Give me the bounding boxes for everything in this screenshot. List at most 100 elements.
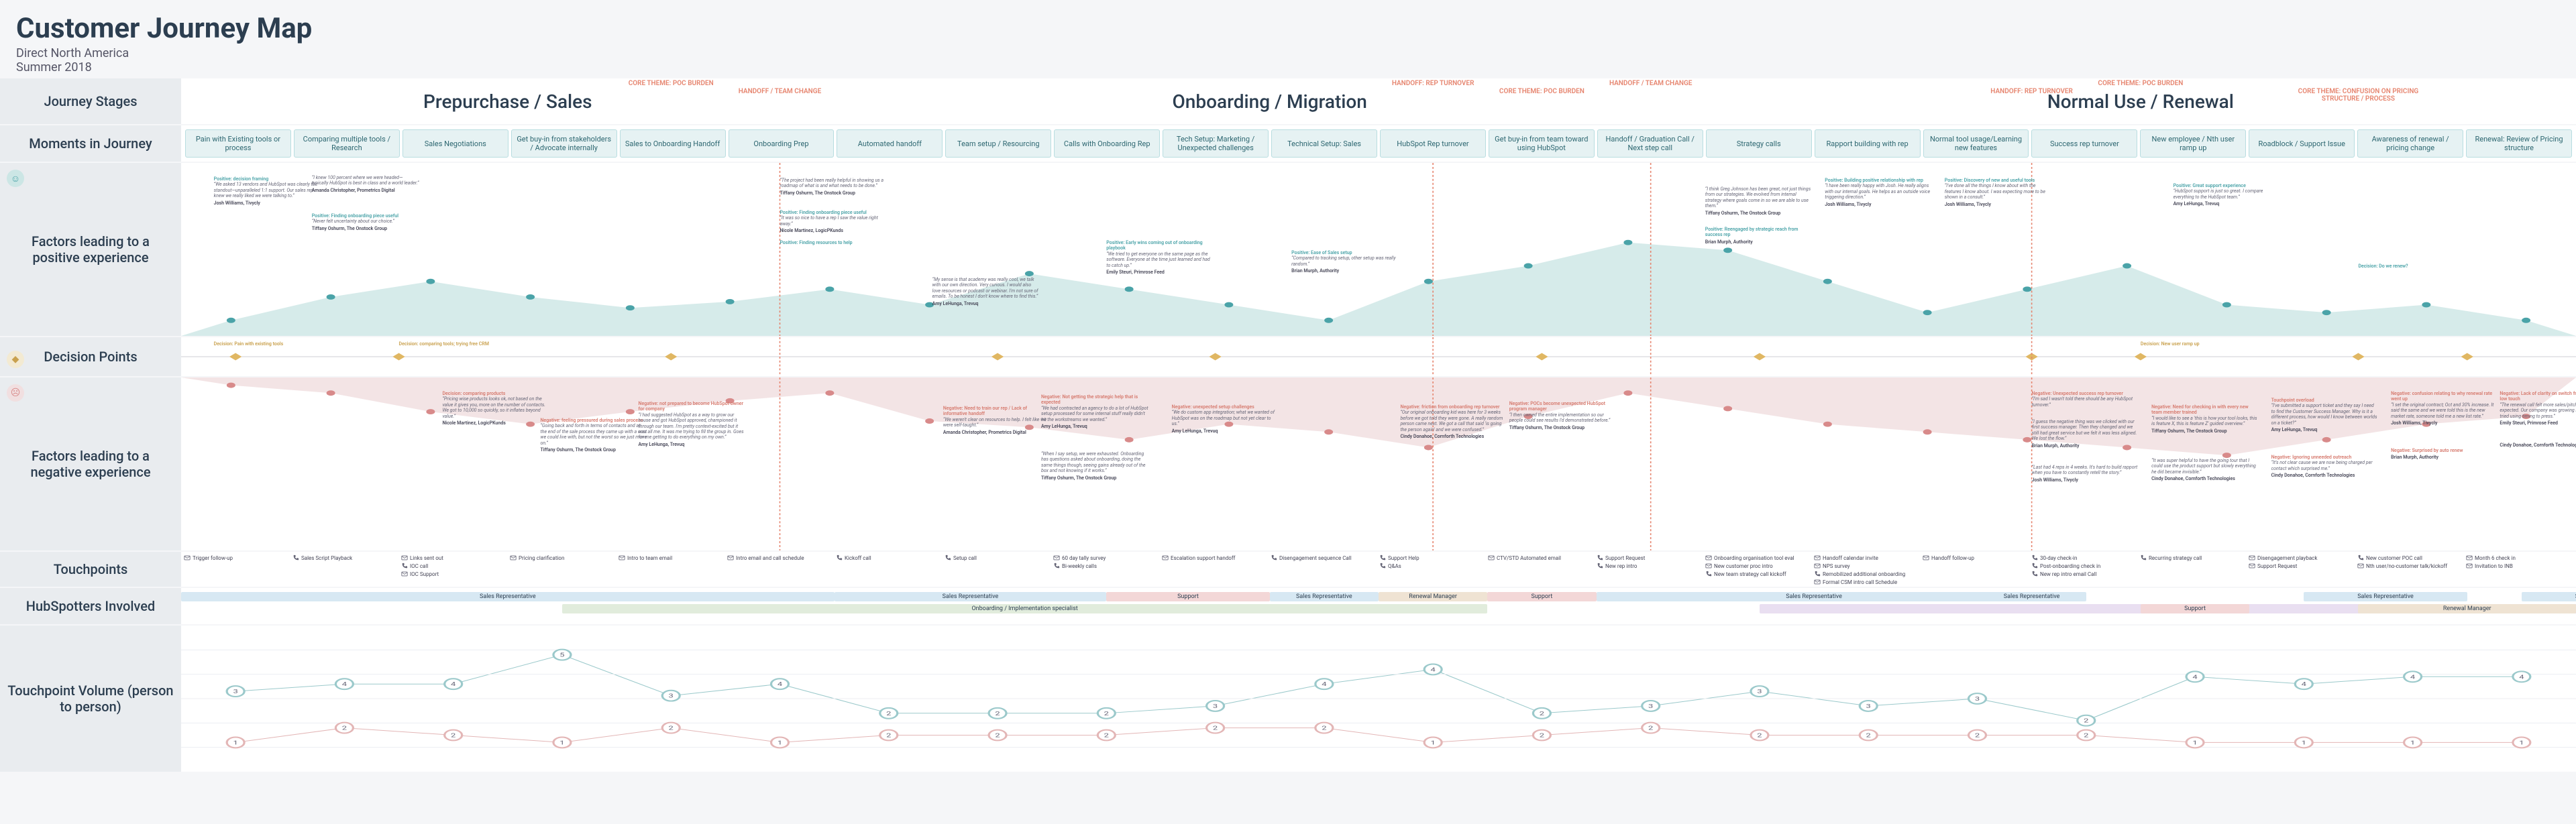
phone-icon — [2140, 554, 2147, 561]
touchpoint-item: Sales Script Playback — [292, 554, 400, 561]
core-theme-label: HANDOFF / TEAM CHANGE — [1609, 80, 1692, 87]
touchpoint-item: Escalation support handoff — [1162, 554, 1269, 561]
svg-text:1: 1 — [559, 740, 564, 746]
decision-note: Decision: Pain with existing tools — [214, 341, 321, 347]
neg-note: Negative: friction from onboarding rep t… — [1400, 404, 1507, 439]
hubspotter-bar: Sales Representative — [1270, 592, 1379, 601]
touchpoint-cell: Intro to team email — [619, 554, 726, 585]
svg-text:1: 1 — [2519, 740, 2524, 746]
moment-cell: Team setup / Resourcing — [945, 129, 1051, 158]
moment-cell: Renewal: Review of Pricing structure — [2466, 129, 2572, 158]
core-theme-label: HANDOFF / TEAM CHANGE — [739, 88, 821, 95]
pos-note: “I knew 100 percent where we were headed… — [312, 175, 419, 193]
email-icon — [1053, 554, 1060, 561]
svg-text:3: 3 — [233, 689, 237, 695]
touchpoint-cell: Sales Script Playback — [292, 554, 400, 585]
moment-cell: Handoff / Graduation Call / Next step ca… — [1597, 129, 1703, 158]
svg-text:3: 3 — [1648, 703, 1653, 710]
neg-note: Negative: Unexpected success rep turnove… — [2032, 391, 2139, 409]
pos-note: Positive: Early wins coming out of onboa… — [1106, 240, 1214, 275]
svg-text:4: 4 — [2302, 681, 2306, 688]
touchpoints-row: Trigger follow-upSales Script PlaybackLi… — [181, 552, 2576, 588]
touchpoint-item: Formal CSM intro call Schedule — [1814, 579, 1921, 585]
pos-note: Positive: decision framing“We asked 13 v… — [214, 176, 321, 206]
touchpoint-item: Month 6 check in — [2466, 554, 2573, 561]
email-icon — [727, 554, 734, 561]
core-theme-label: CORE THEME: POC BURDEN — [1499, 88, 1585, 95]
neg-note: Negative: feeling pressured during sales… — [540, 418, 647, 453]
core-theme-label: CORE THEME: POC BURDEN — [629, 80, 714, 87]
email-icon — [184, 554, 191, 561]
svg-text:1: 1 — [2192, 740, 2197, 746]
neg-note: Negative: Not getting the strategic help… — [1041, 394, 1148, 429]
touchpoint-cell: Intro email and call schedule — [727, 554, 835, 585]
touchpoint-item: Post-onboarding check in — [2031, 563, 2139, 569]
svg-text:2: 2 — [1975, 732, 1980, 739]
neg-note: “I guess the negative thing was we click… — [2032, 419, 2139, 449]
touchpoint-item: Links sent out — [401, 554, 508, 561]
hubspotter-bar: Renewal Manager — [2358, 604, 2576, 613]
svg-text:2: 2 — [1540, 710, 1544, 717]
touchpoint-cell: Handoff calendar inviteNPS surveyRemobil… — [1814, 554, 1921, 585]
page-subtitle: Direct North America — [16, 46, 2560, 60]
email-icon — [2466, 563, 2473, 569]
svg-text:4: 4 — [342, 681, 347, 688]
moment-cell: Get buy-in from team toward using HubSpo… — [1489, 129, 1595, 158]
svg-text:2: 2 — [669, 725, 674, 731]
touchpoint-cell: Kickoff call — [836, 554, 943, 585]
svg-text:3: 3 — [1866, 703, 1871, 710]
svg-text:2: 2 — [2084, 717, 2088, 724]
neg-note: Cindy Donahoe, Cornforth Technologies — [2500, 441, 2576, 448]
phone-icon — [1814, 571, 1821, 577]
moment-cell: Roadblock / Support Issue — [2249, 129, 2355, 158]
core-theme-label: HANDOFF: REP TURNOVER — [1392, 80, 1474, 87]
phone-icon — [2357, 554, 2364, 561]
email-icon — [1814, 554, 1821, 561]
email-icon — [619, 554, 625, 561]
touchpoint-cell: Handoff follow-up — [1923, 554, 2030, 585]
svg-text:2: 2 — [886, 710, 891, 717]
svg-text:2: 2 — [1104, 710, 1109, 717]
moment-cell: Pain with Existing tools or process — [185, 129, 291, 158]
pos-note: Positive: Finding onboarding piece usefu… — [312, 213, 419, 231]
rowlabel-positive: ☺ Factors leading to a positive experien… — [0, 163, 181, 337]
moment-cell: HubSpot Rep turnover — [1380, 129, 1486, 158]
hubspotter-bar: Renewal Manager — [1379, 592, 1487, 601]
svg-text:5: 5 — [559, 652, 564, 658]
touchpoint-item: Support Request — [1597, 554, 1704, 561]
svg-text:3: 3 — [1213, 703, 1218, 710]
hubspotter-bar: Support — [2141, 604, 2249, 613]
hubspotter-bar: Sales Representative — [2522, 592, 2576, 601]
moment-cell: Comparing multiple tools / Research — [294, 129, 400, 158]
svg-text:1: 1 — [233, 740, 237, 746]
touchpoint-cell: Month 6 check in Invitation to INB — [2466, 554, 2573, 585]
svg-text:3: 3 — [1975, 696, 1980, 703]
touchpoint-item: New rep intro email Call — [2031, 571, 2139, 577]
email-icon — [401, 554, 408, 561]
touchpoint-item: Remobilized additional onboarding — [1814, 571, 1921, 577]
touchpoint-cell: 30-day check-inPost-onboarding check inN… — [2031, 554, 2139, 585]
stage-label: Onboarding / Migration — [835, 78, 1705, 124]
moment-cell: Calls with Onboarding Rep — [1054, 129, 1160, 158]
phone-icon — [945, 554, 951, 561]
touchpoint-item: Pricing clarification — [510, 554, 617, 561]
svg-text:2: 2 — [1104, 732, 1109, 739]
moment-cell: Success rep turnover — [2031, 129, 2137, 158]
rowlabel-stages: Journey Stages — [0, 78, 181, 125]
email-icon — [1814, 563, 1821, 569]
hubspotter-bar: Sales Representative — [835, 592, 1107, 601]
neg-note: Touchpoint overload“I've submitted a sup… — [2271, 398, 2379, 432]
svg-text:2: 2 — [451, 732, 455, 739]
email-icon — [1705, 554, 1712, 561]
touchpoint-cell: Escalation support handoff — [1162, 554, 1269, 585]
touchpoint-cell: Trigger follow-up — [184, 554, 291, 585]
touchpoint-item: New customer proc intro — [1705, 563, 1813, 569]
touchpoint-item: Invitation to INB — [2466, 563, 2573, 569]
phone-icon — [1705, 571, 1712, 577]
touchpoint-item: IOC call — [401, 563, 508, 569]
svg-text:4: 4 — [1430, 666, 1435, 673]
frown-icon: ☹ — [7, 384, 24, 402]
svg-text:2: 2 — [1866, 732, 1871, 739]
svg-text:4: 4 — [451, 681, 455, 688]
negative-row: Decision: comparing products“Pricing wis… — [181, 377, 2576, 552]
